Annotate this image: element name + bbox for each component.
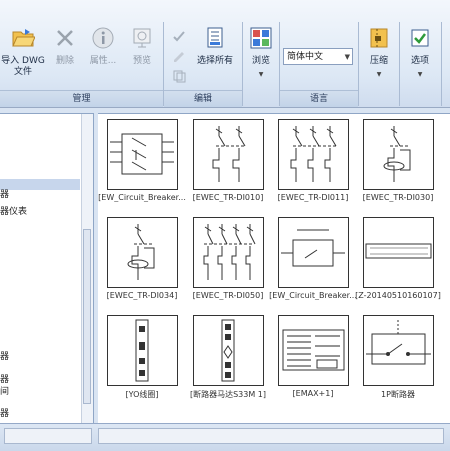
group-edit: 编辑 [164,90,242,107]
group-language: 语言 [280,90,358,107]
thumbnail-image[interactable] [278,315,349,386]
switch-4p-icon [203,224,256,280]
chevron-down-icon: ▼ [344,53,350,61]
thumbnail-image[interactable] [363,217,434,288]
module-strip-icon [135,319,149,382]
tree-item[interactable]: 间 [0,384,9,397]
checkbox-icon [411,29,429,47]
tree-item[interactable]: 器 [0,349,9,362]
tree-item-label: 器 [0,409,10,419]
select-all-icon [207,27,223,48]
panel-drawing-icon [282,329,345,371]
chevron-down-icon: ▼ [258,71,264,78]
status-bar [0,423,450,451]
contactor-2p-icon [212,126,246,182]
thumbnail-caption: [EW_Circuit_Breaker... [98,193,186,202]
thumbnail-caption: [Z-20140510160107] [355,291,441,300]
category-tree[interactable]: 器 器仪表 器 器 间 器 [0,113,94,425]
import-dwg-button[interactable]: 导入 DWG 文件 [0,26,46,78]
thumbnail-image[interactable] [278,119,349,190]
browse-icon [250,27,272,49]
group-edit-label: 编辑 [193,94,212,104]
thumbnail-caption: [EWEC_TR-DI050] [192,291,264,300]
chevron-down-icon: ▼ [417,71,423,78]
tree-item[interactable]: 器仪表 [0,204,27,217]
tree-scrollbar[interactable] [81,114,93,424]
contactor-coil-icon [127,224,155,280]
contactor-3p-icon [290,126,337,182]
thumbnail-caption: [断路器马达S33M 1] [189,390,267,399]
select-all-button[interactable]: 选择所有 [190,26,240,67]
thumbnail-caption: 1P断路器 [381,390,415,399]
thumbnail-image[interactable] [193,119,264,190]
thumbnail-image[interactable] [107,217,178,288]
delete-label: 删除 [55,56,74,66]
thumbnail-image[interactable] [363,315,434,386]
delete-button[interactable]: 删除 [52,26,78,67]
preview-icon [133,28,151,48]
separator [242,22,243,106]
browse-button[interactable]: 浏览 ▼ [246,26,276,80]
thumbnail-image[interactable] [363,119,434,190]
thumbnail-image[interactable] [193,217,264,288]
options-label: 选项 [410,56,429,66]
import-dwg-label: 导入 DWG 文件 [1,56,45,77]
thumbnail-image[interactable] [278,217,349,288]
thumbnail-caption: [EWEC_TR-DI011] [277,193,349,202]
language-value: 简体中文 [287,52,324,62]
thumbnail-caption: [EW_Circuit_Breaker... [269,291,357,300]
thumbnail-grid[interactable]: [EW_Circuit_Breaker... [EWEC_TR-DI010] [… [98,113,450,424]
info-icon [92,27,114,49]
preview-label: 预览 [132,56,151,66]
group-manage-label: 管理 [72,94,91,104]
properties-button[interactable]: 属性... [86,26,120,67]
breaker-1p-icon [366,320,431,365]
status-panel [4,428,92,444]
tree-item-label: 间 [0,387,10,397]
tree-selection [0,179,80,190]
delete-x-icon [57,30,73,46]
breaker-block-icon [281,229,345,267]
group-manage: 管理 [0,90,163,107]
status-panel [98,428,444,444]
tree-item[interactable]: 器 [0,179,80,200]
breaker-block-icon [110,133,174,175]
compress-icon [370,28,388,48]
folder-open-icon [12,29,35,47]
thumbnail-caption: [YO线圈] [125,390,159,399]
thumbnail-caption: [EWEC_TR-DI030] [362,193,434,202]
thumbnail-image[interactable] [107,315,178,386]
properties-label: 属性... [89,56,117,66]
separator [399,22,400,106]
tree-item[interactable]: 器 [0,406,9,419]
tree-item-label: 器 [0,190,10,200]
tree-item-label: 器仪表 [0,207,28,217]
thumbnail-image[interactable] [107,119,178,190]
thumbnail-caption: [EMAX+1] [292,389,334,398]
tree-item-label: 器 [0,352,10,362]
thumbnail-caption: [EWEC_TR-DI034] [106,291,178,300]
chevron-down-icon: ▼ [376,71,382,78]
preview-button[interactable]: 预览 [128,26,156,67]
edit-small-icon[interactable] [171,48,187,64]
separator [441,22,442,106]
scrollbar-thumb[interactable] [83,229,91,404]
copy-small-icon[interactable] [171,68,187,84]
thumbnail-image[interactable] [193,315,264,386]
browse-label: 浏览 [251,56,270,66]
options-button[interactable]: 选项 ▼ [402,26,438,80]
module-strip-icon [221,319,235,382]
ribbon: 导入 DWG 文件 删除 属性... 预览 管理 选择所有 编辑 浏览 ▼ 简体… [0,0,450,108]
select-all-label: 选择所有 [196,56,233,66]
group-language-label: 语言 [309,94,328,104]
compress-button[interactable]: 压缩 ▼ [362,26,396,80]
check-small-icon[interactable] [171,28,187,44]
language-select[interactable]: 简体中文 ▼ [283,48,353,65]
thumbnail-caption: [EWEC_TR-DI010] [192,193,264,202]
busbar-icon [365,243,432,259]
compress-label: 压缩 [369,56,388,66]
separator [358,22,359,106]
contactor-coil-icon [383,126,411,182]
